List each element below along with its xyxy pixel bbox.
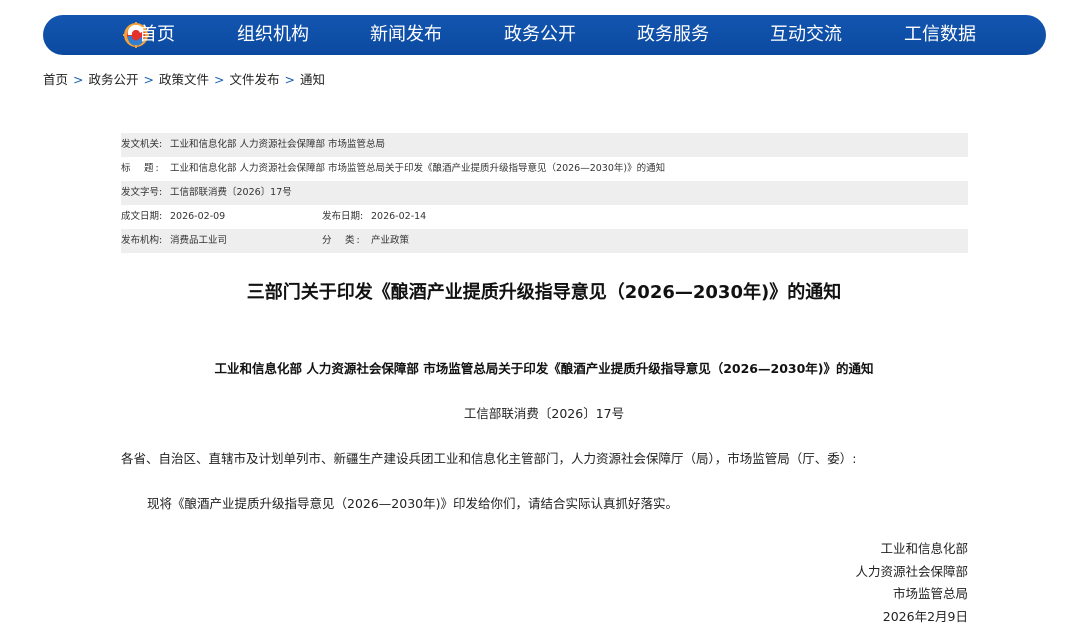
- meta-row-title: 标 题: 工业和信息化部 人力资源社会保障部 市场监管总局关于印发《酿酒产业提质升…: [121, 157, 968, 181]
- meta-title: 标 题: 工业和信息化部 人力资源社会保障部 市场监管总局关于印发《酿酒产业提质升…: [121, 157, 665, 181]
- breadcrumb-notice[interactable]: 通知: [300, 72, 325, 87]
- nav-item-data[interactable]: 工信数据: [904, 15, 976, 55]
- meta-category: 分 类: 产业政策: [322, 229, 409, 253]
- document-number: 工信部联消费〔2026〕17号: [463, 406, 625, 421]
- meta-title-value: 工业和信息化部 人力资源社会保障部 市场监管总局关于印发《酿酒产业提质升级指导意…: [170, 163, 666, 174]
- nav-item-news[interactable]: 新闻发布: [370, 15, 442, 55]
- meta-published-value: 2026-02-14: [371, 211, 427, 222]
- nav-item-interaction[interactable]: 互动交流: [770, 15, 842, 55]
- meta-created-value: 2026-02-09: [170, 211, 226, 222]
- meta-org-label: 发布机构:: [121, 235, 163, 246]
- document-subtitle: 工业和信息化部 人力资源社会保障部 市场监管总局关于印发《酿酒产业提质升级指导意…: [214, 361, 874, 376]
- meta-created-date: 成文日期: 2026-02-09: [121, 205, 225, 229]
- meta-row-dates: 成文日期: 2026-02-09 发布日期: 2026-02-14: [121, 205, 968, 229]
- meta-title-label: 标 题:: [121, 163, 161, 174]
- breadcrumb-policy-documents[interactable]: 政策文件: [159, 72, 209, 87]
- meta-issuer-value: 工业和信息化部 人力资源社会保障部 市场监管总局: [170, 139, 386, 150]
- document-body-paragraph: 现将《酿酒产业提质升级指导意见（2026—2030年)》印发给你们，请结合实际认…: [147, 496, 679, 511]
- nav-item-home[interactable]: 首页: [139, 15, 175, 55]
- signature-org-miit: 工业和信息化部: [880, 541, 968, 556]
- meta-published-date: 发布日期: 2026-02-14: [322, 205, 426, 229]
- meta-row-doc-number: 发文字号: 工信部联消费〔2026〕17号: [121, 181, 968, 205]
- meta-doc-number-value: 工信部联消费〔2026〕17号: [170, 187, 292, 198]
- breadcrumb-separator: >: [284, 72, 295, 87]
- signature-org-mohrss: 人力资源社会保障部: [855, 563, 968, 579]
- meta-published-label: 发布日期:: [322, 211, 364, 222]
- nav-item-organization[interactable]: 组织机构: [237, 15, 309, 55]
- signature-date: 2026年2月9日: [882, 609, 968, 625]
- meta-category-value: 产业政策: [371, 235, 410, 246]
- page: 首页 组织机构 新闻发布 政务公开 政务服务 互动交流 工信数据 首页 > 政务公开…: [0, 0, 1080, 640]
- breadcrumb-separator: >: [73, 72, 84, 87]
- breadcrumb-government-affairs[interactable]: 政务公开: [89, 72, 139, 87]
- nav-item-government-services[interactable]: 政务服务: [637, 15, 709, 55]
- breadcrumb-separator: >: [214, 72, 225, 87]
- meta-doc-number-label: 发文字号:: [121, 187, 163, 198]
- breadcrumb-separator: >: [143, 72, 154, 87]
- nav-item-government-affairs[interactable]: 政务公开: [504, 15, 576, 55]
- document-signature-block: 工业和信息化部 人力资源社会保障部 市场监管总局 2026年2月9日: [855, 538, 968, 629]
- breadcrumb: 首页 > 政务公开 > 政策文件 > 文件发布 > 通知: [43, 69, 325, 88]
- breadcrumb-document-release[interactable]: 文件发布: [230, 72, 280, 87]
- breadcrumb-home[interactable]: 首页: [43, 72, 68, 87]
- meta-row-org-category: 发布机构: 消费品工业司 分 类: 产业政策: [121, 229, 968, 253]
- meta-doc-number: 发文字号: 工信部联消费〔2026〕17号: [121, 181, 292, 205]
- meta-org-value: 消费品工业司: [170, 235, 228, 246]
- meta-category-label: 分 类:: [322, 235, 362, 246]
- meta-issuer: 发文机关: 工业和信息化部 人力资源社会保障部 市场监管总局: [121, 133, 385, 157]
- meta-created-label: 成文日期:: [121, 211, 163, 222]
- signature-org-samr: 市场监管总局: [892, 586, 968, 602]
- meta-row-issuer: 发文机关: 工业和信息化部 人力资源社会保障部 市场监管总局: [121, 133, 968, 157]
- meta-issuer-label: 发文机关:: [121, 139, 163, 150]
- main-nav-bar: 首页 组织机构 新闻发布 政务公开 政务服务 互动交流 工信数据: [43, 15, 1046, 55]
- document-title: 三部门关于印发《酿酒产业提质升级指导意见（2026—2030年)》的通知: [246, 282, 842, 303]
- meta-org: 发布机构: 消费品工业司: [121, 229, 227, 253]
- document-metadata-table: 发文机关: 工业和信息化部 人力资源社会保障部 市场监管总局 标 题: 工业和信息化…: [121, 133, 968, 253]
- document-salutation: 各省、自治区、直辖市及计划单列市、新疆生产建设兵团工业和信息化主管部门，人力资源…: [121, 451, 857, 466]
